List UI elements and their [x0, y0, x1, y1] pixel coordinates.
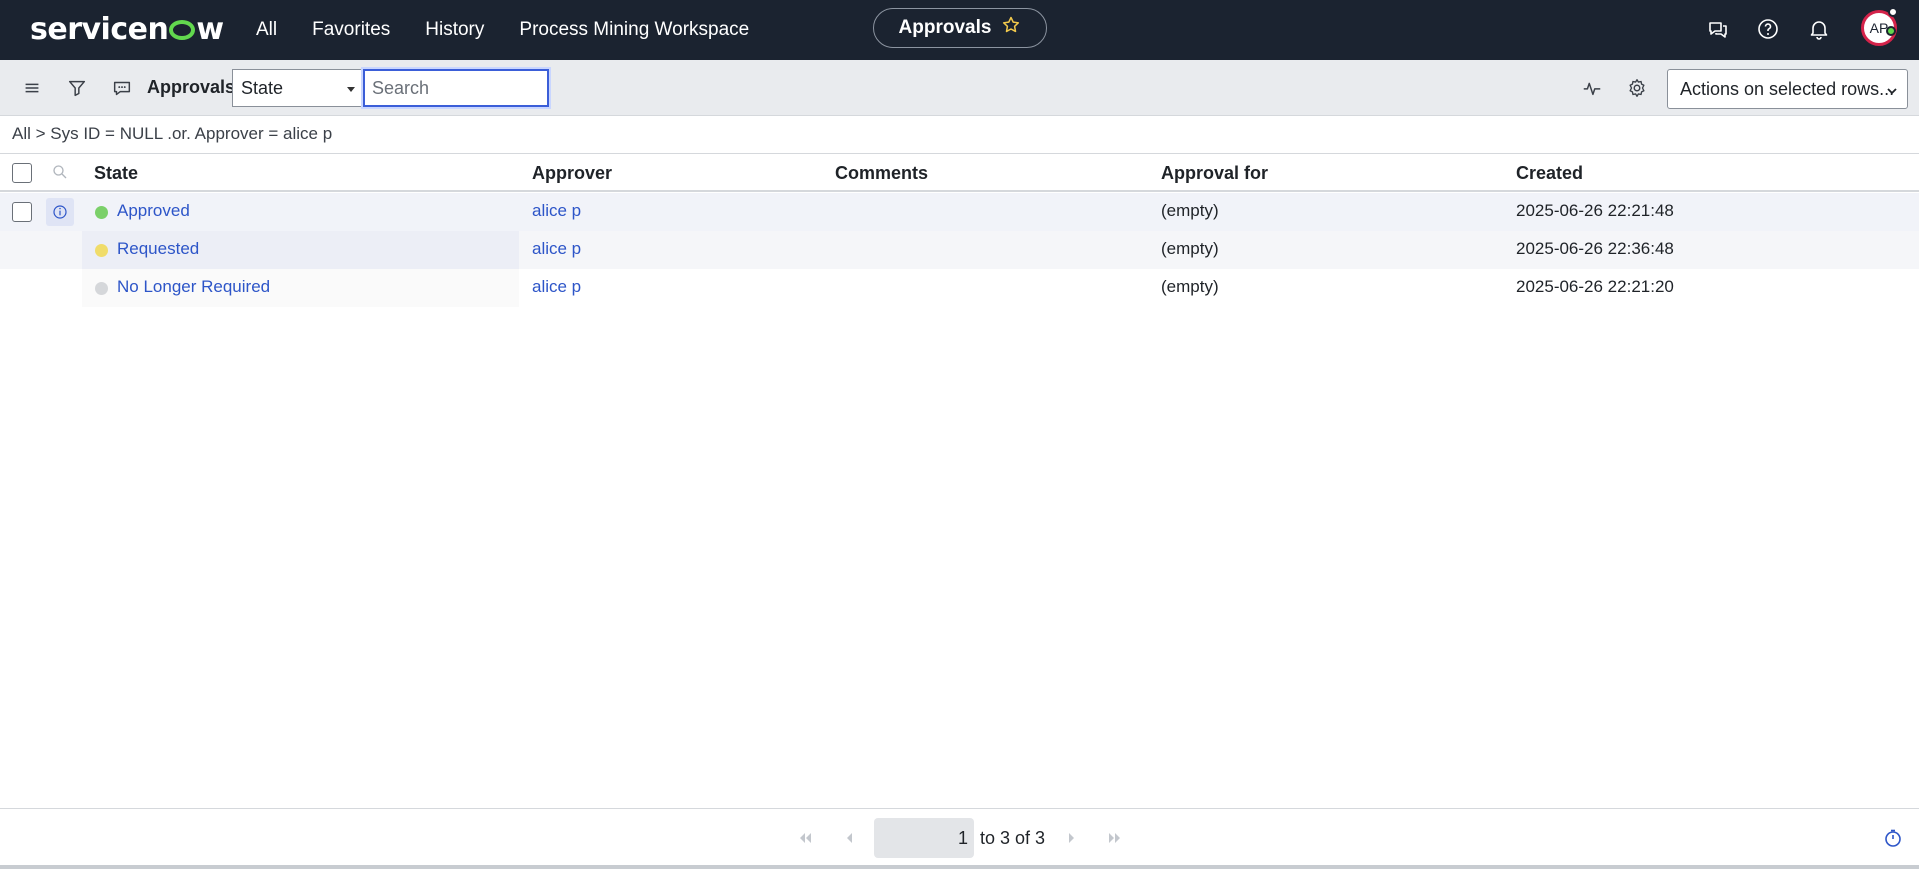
nav-process-mining-workspace[interactable]: Process Mining Workspace [519, 19, 749, 41]
bell-icon[interactable] [1807, 17, 1831, 41]
table-row: Requested alice p (empty) 2025-06-26 22:… [0, 231, 1919, 269]
context-pill[interactable]: Approvals [873, 8, 1047, 48]
star-icon[interactable] [1001, 15, 1021, 41]
bottom-scrollbar-track [0, 865, 1919, 869]
nav-links: All Favorites History Process Mining Wor… [256, 0, 749, 60]
column-header-approval-for[interactable]: Approval for [1161, 163, 1268, 184]
state-indicator-dot [95, 282, 108, 295]
table-header: State Approver Comments Approval for Cre… [0, 153, 1919, 192]
page-number-input[interactable] [874, 818, 974, 858]
state-indicator-dot [95, 244, 108, 257]
list-toolbar: Approvals State Actions on selected rows… [0, 60, 1919, 116]
state-indicator-dot [95, 206, 108, 219]
info-icon[interactable] [46, 198, 74, 226]
created-cell: 2025-06-26 22:36:48 [1516, 239, 1674, 258]
column-search-icon[interactable] [51, 163, 69, 181]
previous-page-icon[interactable] [840, 828, 860, 848]
help-icon[interactable] [1756, 17, 1780, 41]
first-page-icon[interactable] [795, 828, 815, 848]
actions-label: Actions on selected rows... [1680, 79, 1895, 99]
list-title: Approvals [147, 77, 236, 97]
last-page-icon[interactable] [1105, 828, 1125, 848]
approver-link[interactable]: alice p [532, 201, 581, 221]
search-input[interactable] [363, 69, 549, 107]
user-avatar[interactable]: AP [1861, 7, 1898, 46]
avatar-badge [1888, 7, 1898, 17]
caret-down-icon [347, 87, 355, 92]
column-header-approver[interactable]: Approver [532, 163, 612, 184]
search-field-select[interactable]: State [232, 69, 364, 107]
approval-for-cell: (empty) [1161, 201, 1219, 220]
chevron-down-icon [1885, 82, 1899, 96]
row-checkbox[interactable] [12, 202, 32, 222]
state-link[interactable]: Approved [117, 201, 190, 221]
nav-all[interactable]: All [256, 19, 277, 41]
state-link[interactable]: Requested [117, 239, 199, 259]
page-range-text: to 3 of 3 [980, 828, 1046, 848]
search-field-value: State [241, 78, 284, 98]
nav-favorites[interactable]: Favorites [312, 19, 390, 41]
column-header-created[interactable]: Created [1516, 163, 1583, 184]
comment-icon[interactable] [111, 77, 133, 99]
select-all-checkbox[interactable] [12, 163, 32, 183]
pagination-footer: to 3 of 3 [0, 808, 1919, 866]
activity-pulse-icon[interactable] [1581, 77, 1603, 99]
top-nav: servicen w All Favorites History Process … [0, 0, 1919, 60]
logo-o-mark [169, 20, 196, 40]
state-link[interactable]: No Longer Required [117, 277, 270, 297]
servicenow-logo[interactable]: servicen w [30, 12, 224, 47]
nav-history[interactable]: History [425, 19, 484, 41]
presence-dot [1886, 26, 1896, 36]
next-page-icon[interactable] [1061, 828, 1081, 848]
gear-icon[interactable] [1626, 77, 1648, 99]
chat-icon[interactable] [1706, 17, 1730, 41]
approver-link[interactable]: alice p [532, 239, 581, 259]
created-cell: 2025-06-26 22:21:20 [1516, 277, 1674, 296]
table-row: Approved alice p (empty) 2025-06-26 22:2… [0, 193, 1919, 231]
filter-icon[interactable] [66, 77, 88, 99]
approval-for-cell: (empty) [1161, 277, 1219, 296]
approver-link[interactable]: alice p [532, 277, 581, 297]
hamburger-menu-icon[interactable] [21, 77, 43, 99]
created-cell: 2025-06-26 22:21:48 [1516, 201, 1674, 220]
actions-on-selected-rows-select[interactable]: Actions on selected rows... [1667, 69, 1908, 109]
table-row: No Longer Required alice p (empty) 2025-… [0, 269, 1919, 307]
column-header-comments[interactable]: Comments [835, 163, 928, 184]
response-time-icon[interactable] [1883, 828, 1903, 848]
approval-for-cell: (empty) [1161, 239, 1219, 258]
logo-text-end: w [196, 12, 224, 47]
logo-text: servicen [30, 12, 169, 47]
column-header-state[interactable]: State [94, 163, 138, 184]
context-title: Approvals [898, 17, 992, 38]
breadcrumb[interactable]: All > Sys ID = NULL .or. Approver = alic… [12, 124, 332, 144]
